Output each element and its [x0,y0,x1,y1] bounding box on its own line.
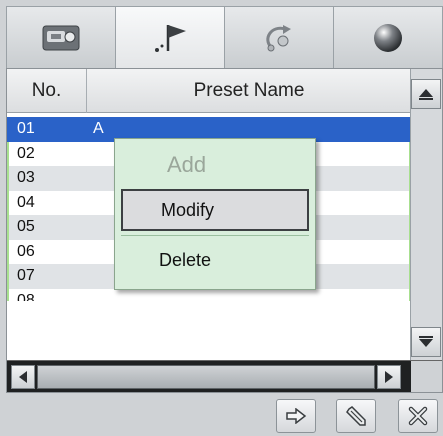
row-number: 01 [17,120,35,137]
menu-item-delete[interactable]: Delete [121,239,309,281]
pencil-icon [346,406,366,426]
tab-patrol[interactable] [225,6,334,68]
arrow-up-icon [419,89,433,100]
scroll-right-button[interactable] [377,365,401,389]
arrow-right-icon [286,408,307,424]
flag-icon [155,24,186,52]
arrow-right-small-icon [385,371,393,383]
bottom-toolbar [6,395,443,436]
row-number: 03 [17,169,35,186]
menu-separator [121,235,309,236]
scroll-down-button[interactable] [411,327,441,357]
camera-preset-icon [42,25,80,50]
vertical-scrollbar[interactable] [410,69,442,361]
arrow-down-icon [419,336,433,347]
row-number: 02 [17,144,35,162]
arrow-left-icon [19,371,27,383]
patrol-path-icon [266,24,291,51]
horizontal-scrollbar[interactable] [7,360,442,392]
horizontal-scroll-track[interactable] [37,365,375,389]
row-number: 08 [17,291,35,301]
sphere-icon [374,23,402,52]
menu-item-modify[interactable]: Modify [121,189,309,231]
row-number: 05 [17,218,35,235]
preset-panel: No. Preset Name 01 A 02 03 04 05 06 07 0… [0,0,443,436]
row-number: 04 [17,193,35,211]
list-header: No. Preset Name [7,69,411,113]
column-header-preset-name[interactable]: Preset Name [87,69,411,113]
edit-preset-button[interactable] [336,399,376,433]
scroll-left-button[interactable] [11,365,35,389]
tab-bar [6,6,443,68]
call-preset-button[interactable] [276,399,316,433]
row-number: 07 [17,267,35,284]
tab-camera[interactable] [6,6,116,68]
column-header-no[interactable]: No. [7,69,87,113]
delete-x-icon [408,406,428,426]
scroll-up-button[interactable] [411,79,441,109]
context-menu: Add Modify Delete [114,138,316,290]
delete-preset-button[interactable] [398,399,438,433]
tab-sphere[interactable] [334,6,443,68]
tab-preset[interactable] [116,6,225,68]
table-row[interactable]: 08 [7,288,411,301]
row-number: 06 [17,242,35,260]
scrollbar-corner [411,361,442,392]
menu-item-add[interactable]: Add [121,144,309,186]
row-preset-name: A [93,120,104,137]
